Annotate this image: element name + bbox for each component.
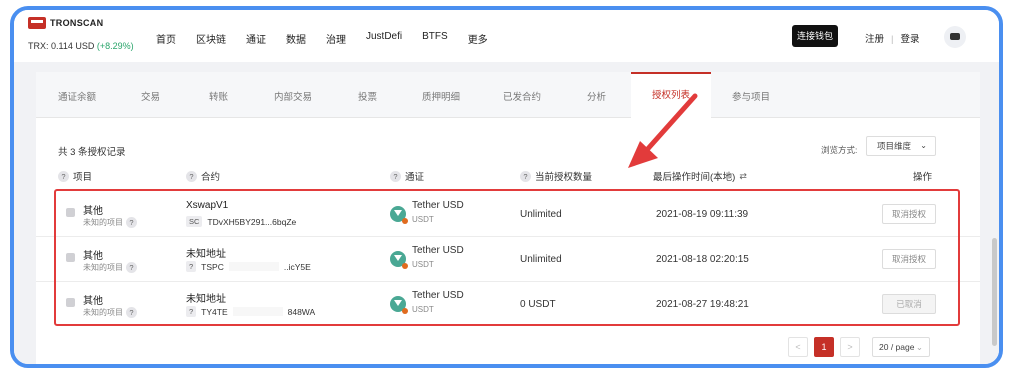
col-amount-label: 当前授权数量	[535, 172, 593, 183]
main-content: 通证余额 交易 转账 内部交易 投票 质押明细 已发合约 分析 授权列表 参与项…	[14, 62, 999, 364]
trx-price: TRX: 0.114 USD (+8.29%)	[28, 41, 134, 51]
account-card: 通证余额 交易 转账 内部交易 投票 质押明细 已发合约 分析 授权列表 参与项…	[36, 72, 980, 364]
theme-toggle-icon[interactable]	[944, 26, 966, 48]
nav-item-more[interactable]: 更多	[468, 31, 488, 46]
tab-participated-projects[interactable]: 参与项目	[732, 89, 770, 103]
account-tabs: 通证余额 交易 转账 内部交易 投票 质押明细 已发合约 分析 授权列表 参与项…	[36, 72, 980, 118]
connect-wallet-button[interactable]: 连接钱包	[792, 25, 838, 47]
page-size-value: 20 / page	[879, 342, 915, 352]
tab-analysis[interactable]: 分析	[587, 89, 606, 103]
nav-item-blockchain[interactable]: 区块链	[196, 31, 226, 46]
col-contract-label: 合约	[201, 172, 221, 183]
browser-frame: TRONSCAN TRX: 0.114 USD (+8.29%) 首页 区块链 …	[10, 6, 1003, 368]
next-page-button[interactable]: >	[840, 337, 860, 357]
col-header-project: ? 项目	[58, 169, 92, 183]
register-link[interactable]: 注册	[865, 34, 884, 45]
login-link[interactable]: 登录	[900, 34, 919, 45]
page-1-button[interactable]: 1	[814, 337, 834, 357]
tab-stake-details[interactable]: 质押明细	[422, 89, 460, 103]
help-icon[interactable]: ?	[58, 170, 69, 182]
col-token-label: 通证	[405, 172, 425, 183]
tab-internal-tx[interactable]: 内部交易	[274, 89, 312, 103]
nav-item-tokens[interactable]: 通证	[246, 31, 266, 46]
price-label: TRX: 0.114 USD	[28, 41, 95, 51]
col-action-label: 操作	[913, 172, 933, 183]
col-header-action: 操作	[913, 169, 932, 183]
tab-token-balance[interactable]: 通证余额	[58, 89, 96, 103]
col-header-contract: ? 合约	[186, 169, 220, 183]
nav-item-data[interactable]: 数据	[286, 31, 306, 46]
tab-transactions[interactable]: 交易	[141, 89, 160, 103]
tab-deployed-contracts[interactable]: 已发合约	[503, 89, 541, 103]
view-mode-select[interactable]: 项目维度 ⌄	[866, 136, 936, 156]
tab-approval-list[interactable]: 授权列表	[631, 72, 711, 118]
col-project-label: 项目	[73, 172, 93, 183]
highlight-box	[54, 189, 960, 326]
main-nav: 首页 区块链 通证 数据 治理 JustDefi BTFS 更多	[156, 31, 508, 46]
prev-page-button[interactable]: <	[788, 337, 808, 357]
chevron-down-icon: ⌄	[920, 141, 927, 150]
tab-votes[interactable]: 投票	[358, 89, 377, 103]
help-icon[interactable]: ?	[390, 170, 401, 182]
top-navbar: TRONSCAN TRX: 0.114 USD (+8.29%) 首页 区块链 …	[14, 10, 999, 62]
col-header-time: 最后操作时间(本地) ⇄	[653, 169, 747, 184]
auth-separator: |	[891, 34, 894, 45]
nav-item-btfs[interactable]: BTFS	[422, 31, 448, 46]
logo-text: TRONSCAN	[50, 18, 104, 28]
view-mode-value: 项目维度	[877, 141, 912, 151]
help-icon[interactable]: ?	[186, 170, 197, 182]
col-header-amount: ? 当前授权数量	[520, 169, 592, 183]
scrollbar[interactable]	[992, 238, 997, 346]
price-change: (+8.29%)	[96, 41, 134, 51]
nav-item-governance[interactable]: 治理	[326, 31, 346, 46]
chevron-down-icon: ⌄	[915, 342, 923, 352]
logo[interactable]: TRONSCAN	[28, 17, 103, 29]
tab-transfers[interactable]: 转账	[209, 89, 228, 103]
page-size-select[interactable]: 20 / page ⌄	[872, 337, 930, 357]
auth-links: 注册 | 登录	[865, 31, 920, 45]
nav-item-justdefi[interactable]: JustDefi	[366, 31, 402, 46]
col-time-label: 最后操作时间(本地)	[653, 172, 736, 183]
nav-item-home[interactable]: 首页	[156, 31, 176, 46]
view-mode-label: 浏览方式:	[821, 145, 858, 155]
tronscan-logo-icon	[28, 17, 46, 29]
help-icon[interactable]: ?	[520, 170, 531, 182]
record-count: 共 3 条授权记录	[58, 147, 126, 158]
sort-swap-icon[interactable]: ⇄	[739, 171, 747, 182]
col-header-token: ? 通证	[390, 169, 424, 183]
